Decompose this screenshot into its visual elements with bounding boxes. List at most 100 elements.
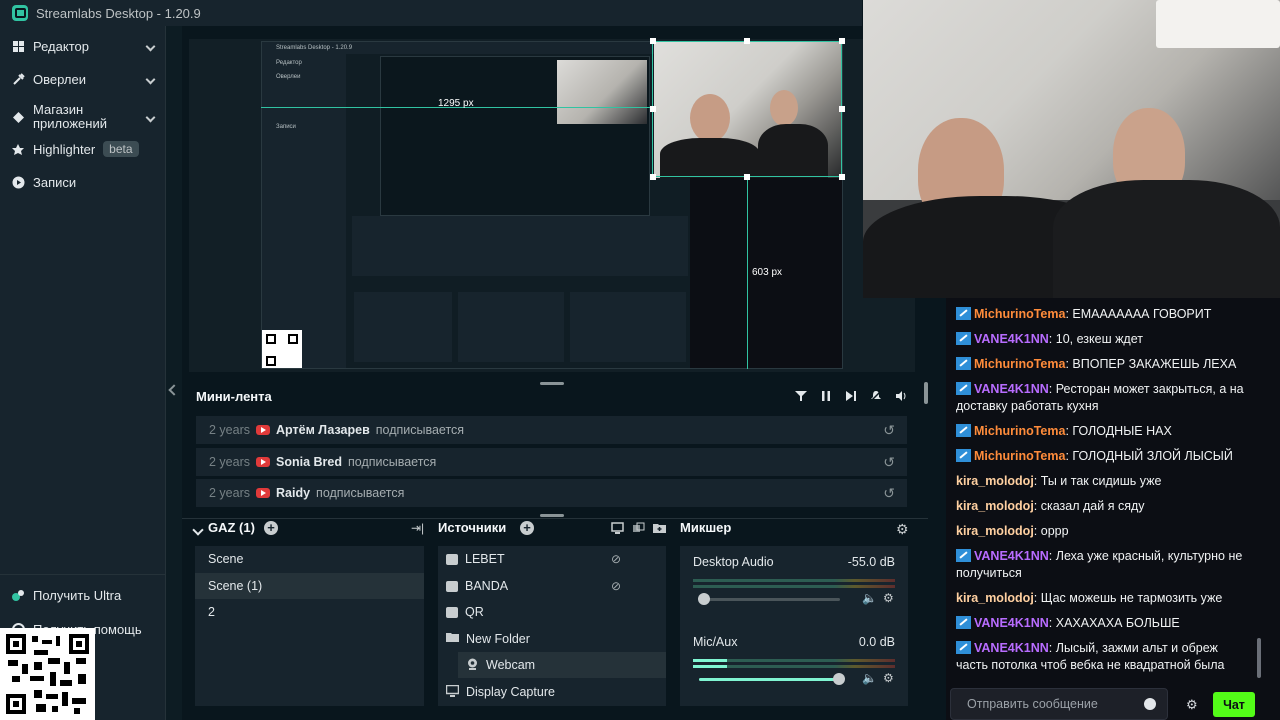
source-item-folder[interactable]: New Folder	[438, 626, 666, 652]
resize-handle[interactable]	[744, 38, 750, 44]
scene-item[interactable]: Scene	[195, 546, 424, 572]
chat-message: kira_molodoj: Ты и так сидишь уже	[956, 474, 1162, 488]
chat-text: ГОЛОДНЫЙ ЗЛОЙ ЛЫСЫЙ	[1072, 449, 1233, 463]
sidebar-item-app-store[interactable]: Магазин приложений	[0, 100, 166, 134]
get-ultra-button[interactable]: Получить Ultra	[0, 585, 166, 605]
chat-message: MichurinoTema: ГОЛОДНЫЕ НАХ	[956, 423, 1246, 440]
source-item-lebet[interactable]: LEBET ⊘	[438, 546, 666, 572]
event-user: Артём Лазарев	[276, 423, 370, 437]
feed-event-row[interactable]: 2 years Артём Лазарев подписывается ↺	[196, 416, 907, 444]
sidebar-item-label: Записи	[33, 174, 77, 190]
chat-text: ВПОПЕР ЗАКАЖЕШЬ ЛЕХА	[1072, 357, 1237, 371]
volume-slider-knob[interactable]	[698, 593, 710, 605]
gear-icon[interactable]: ⚙	[883, 671, 894, 685]
chat-username[interactable]: MichurinoTema	[974, 357, 1065, 371]
mute-alerts-icon[interactable]	[869, 390, 883, 404]
scene-item-selected[interactable]: Scene (1)	[195, 573, 424, 599]
chat-username[interactable]: kira_molodoj	[956, 499, 1034, 513]
eye-hidden-icon[interactable]: ⊘	[611, 579, 621, 593]
chat-username[interactable]: VANE4K1NN	[974, 549, 1049, 563]
emoji-icon[interactable]	[1144, 698, 1156, 710]
resize-handle[interactable]	[839, 38, 845, 44]
source-label: LEBET	[465, 552, 505, 566]
source-item-banda[interactable]: BANDA ⊘	[438, 573, 666, 599]
nested-nav-recordings: Записи	[276, 124, 296, 130]
chat-username[interactable]: MichurinoTema	[974, 424, 1065, 438]
mixer-channel-name: Desktop Audio	[693, 555, 774, 569]
resize-handle[interactable]	[650, 106, 656, 112]
speaker-icon[interactable]: 🔈	[862, 591, 877, 605]
image-icon	[446, 580, 458, 592]
volume-icon[interactable]	[894, 390, 908, 404]
feed-event-row[interactable]: 2 years Raidy подписывается ↺	[196, 479, 907, 507]
mixer-settings-gear-icon[interactable]: ⚙	[896, 521, 909, 538]
resize-handle[interactable]	[650, 38, 656, 44]
chat-username[interactable]: VANE4K1NN	[974, 616, 1049, 630]
resize-handle[interactable]	[839, 174, 845, 180]
eye-hidden-icon[interactable]: ⊘	[611, 552, 621, 566]
sidebar-item-recordings[interactable]: Записи	[0, 172, 166, 192]
scene-item[interactable]: 2	[195, 599, 424, 625]
app-store-icon	[12, 111, 25, 124]
chat-username[interactable]: kira_molodoj	[956, 474, 1034, 488]
skip-icon[interactable]	[844, 390, 858, 404]
image-icon	[446, 553, 458, 565]
chat-message: VANE4K1NN: Ресторан может закрыться, а н…	[956, 382, 1244, 413]
sidebar-item-editor[interactable]: Редактор	[0, 36, 166, 56]
chat-username[interactable]: kira_molodoj	[956, 524, 1034, 538]
chat-message-input[interactable]: Отправить сообщение	[950, 688, 1168, 720]
resize-handle[interactable]	[650, 174, 656, 180]
chat-message: kira_molodoj: оррр	[956, 524, 1069, 538]
sidebar-item-highlighter[interactable]: Highlighter beta	[0, 139, 166, 159]
chat-text: ХАХАХАХА БОЛЬШЕ	[1055, 616, 1180, 630]
filter-icon[interactable]	[794, 390, 808, 404]
resize-handle[interactable]	[540, 514, 564, 517]
chat-username[interactable]: MichurinoTema	[974, 449, 1065, 463]
pause-icon[interactable]	[819, 390, 833, 404]
source-label: BANDA	[465, 579, 509, 593]
replay-icon[interactable]: ↺	[883, 422, 895, 439]
chat-scrollbar[interactable]	[1257, 638, 1261, 678]
selection-box[interactable]	[652, 41, 842, 177]
resize-handle[interactable]	[839, 106, 845, 112]
resize-handle[interactable]	[540, 382, 564, 385]
chat-username[interactable]: kira_molodoj	[956, 591, 1034, 605]
chat-badge-icon	[956, 357, 971, 370]
add-scene-icon[interactable]: +	[264, 521, 278, 535]
overlays-icon	[12, 72, 25, 86]
source-item-webcam[interactable]: Webcam	[458, 652, 666, 678]
event-time: 2 years	[209, 423, 250, 437]
resize-handle[interactable]	[744, 174, 750, 180]
chat-username[interactable]: VANE4K1NN	[974, 382, 1049, 396]
chat-username[interactable]: VANE4K1NN	[974, 641, 1049, 655]
chat-settings-gear-icon[interactable]: ⚙	[1186, 697, 1198, 713]
scene-transitions-icon[interactable]: ⇥|	[411, 521, 424, 535]
chat-username[interactable]: VANE4K1NN	[974, 332, 1049, 346]
volume-slider-track[interactable]	[699, 598, 840, 601]
audio-meter-fill	[693, 659, 727, 662]
feed-event-row[interactable]: 2 years Sonia Bred подписывается ↺	[196, 448, 907, 476]
scrollbar[interactable]	[924, 382, 928, 404]
speaker-icon[interactable]: 🔈	[862, 671, 877, 685]
sidebar-divider	[0, 574, 166, 575]
source-item-display-capture[interactable]: Display Capture	[438, 679, 666, 705]
source-item-qr[interactable]: QR	[438, 599, 666, 625]
gear-icon[interactable]: ⚙	[883, 591, 894, 605]
scene-collection-title[interactable]: GAZ (1)	[208, 520, 255, 535]
chat-send-button[interactable]: Чат	[1213, 692, 1255, 717]
chat-badge-icon	[956, 424, 971, 437]
selective-recording-icon[interactable]	[611, 522, 624, 537]
sidebar-item-label: Редактор	[33, 38, 89, 54]
volume-slider-knob[interactable]	[833, 673, 845, 685]
chevron-down-icon[interactable]	[192, 524, 204, 536]
add-folder-icon[interactable]	[653, 522, 666, 537]
event-user: Sonia Bred	[276, 455, 342, 469]
folder-icon	[446, 632, 459, 646]
height-label: 603 px	[752, 267, 783, 278]
group-icon[interactable]	[632, 522, 645, 537]
chat-username[interactable]: MichurinoTema	[974, 307, 1065, 321]
replay-icon[interactable]: ↺	[883, 485, 895, 502]
replay-icon[interactable]: ↺	[883, 454, 895, 471]
sidebar-item-overlays[interactable]: Оверлеи	[0, 69, 166, 89]
add-source-icon[interactable]: +	[520, 521, 534, 535]
